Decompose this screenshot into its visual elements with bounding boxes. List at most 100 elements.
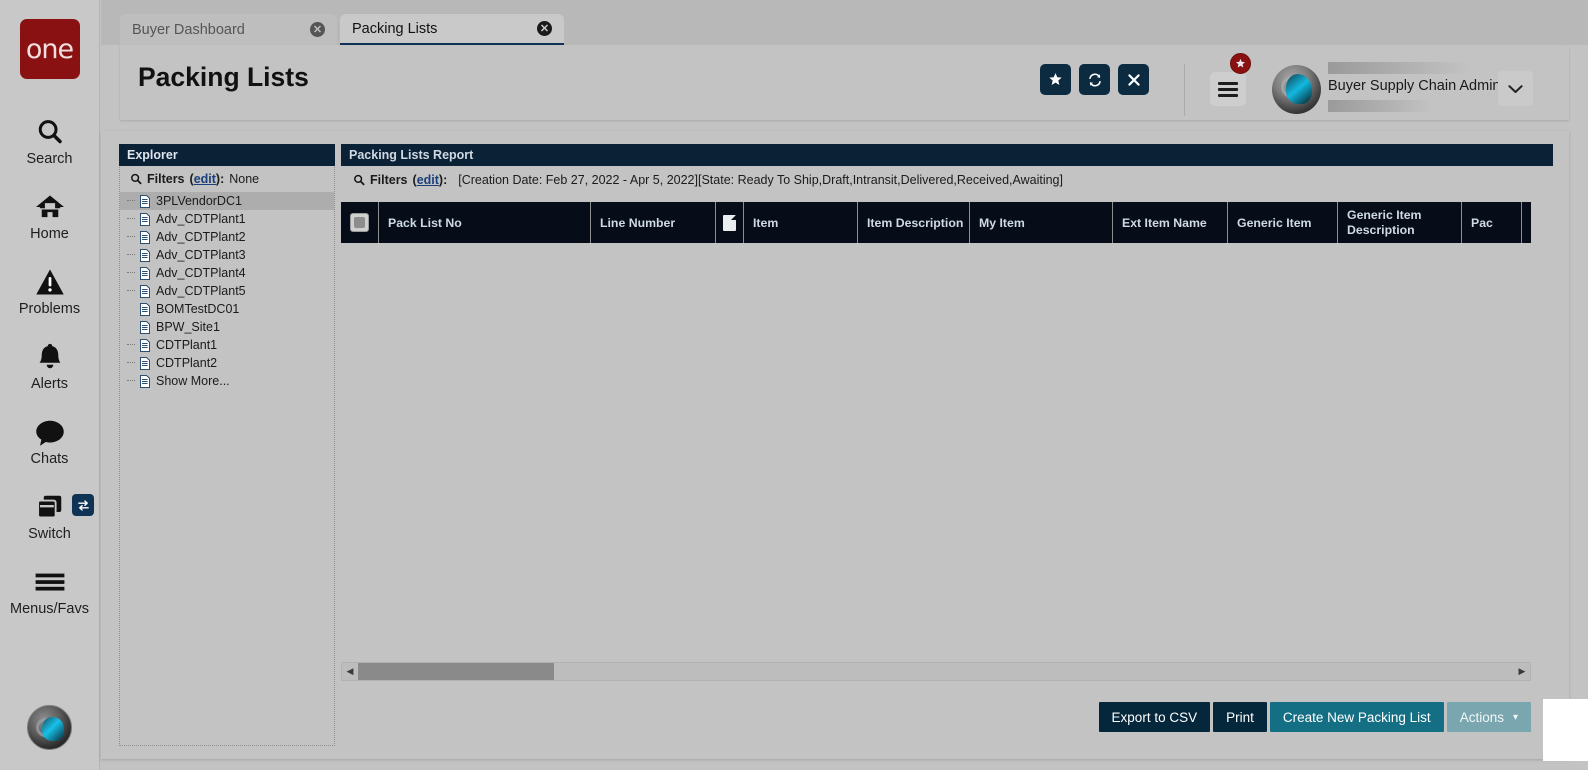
- search-icon: [35, 115, 65, 149]
- favorite-button[interactable]: [1040, 64, 1071, 95]
- column-header-attachment[interactable]: [716, 202, 744, 243]
- explorer-filters-value: None: [229, 172, 260, 186]
- rail-item-list: Search Home Problems Alerts Chats Switch…: [0, 103, 99, 628]
- document-icon: [140, 284, 150, 298]
- print-button[interactable]: Print: [1213, 702, 1267, 732]
- horizontal-scrollbar[interactable]: ◀ ▶: [341, 662, 1531, 681]
- button-label: Actions: [1459, 709, 1504, 725]
- document-icon: [140, 338, 150, 352]
- export-to-csv-button[interactable]: Export to CSV: [1098, 702, 1211, 732]
- column-header-pack-list-no[interactable]: Pack List No: [379, 202, 591, 243]
- redacted-user-name: [1328, 62, 1468, 74]
- scrollbar-track[interactable]: [358, 663, 1514, 680]
- column-label: Ext Item Name: [1122, 215, 1207, 230]
- button-label: Print: [1226, 709, 1254, 725]
- column-label: Item: [753, 215, 779, 230]
- tab-buyer-dashboard[interactable]: Buyer Dashboard ✕: [120, 14, 337, 45]
- one-logo[interactable]: one: [19, 19, 80, 79]
- report-filters-label: Filters: [370, 173, 408, 187]
- star-icon: [1235, 58, 1246, 68]
- sidebar-item-search[interactable]: Search: [0, 103, 99, 178]
- close-circle-icon[interactable]: ✕: [310, 22, 325, 37]
- swap-arrows-icon[interactable]: [72, 494, 94, 516]
- favorites-badge[interactable]: [1230, 53, 1251, 74]
- page-title: Packing Lists: [138, 62, 309, 92]
- column-label: Generic Item: [1237, 215, 1312, 230]
- report-filters: Filters (edit): [Creation Date: Feb 27, …: [341, 166, 1553, 194]
- column-header-item-description[interactable]: Item Description: [858, 202, 970, 243]
- explorer-item-adv-cdtplant1[interactable]: Adv_CDTPlant1: [120, 210, 334, 228]
- sidebar-item-problems[interactable]: Problems: [0, 253, 99, 328]
- column-header-generic-item-description[interactable]: Generic Item Description: [1338, 202, 1462, 243]
- button-label: Export to CSV: [1111, 709, 1198, 725]
- explorer-item-bomtestdc01[interactable]: BOMTestDC01: [120, 300, 334, 318]
- column-header-generic-item[interactable]: Generic Item: [1228, 202, 1338, 243]
- document-icon: [140, 248, 150, 262]
- sidebar-item-label: Home: [30, 225, 69, 242]
- rail-avatar[interactable]: [27, 705, 72, 750]
- explorer-item-label: Adv_CDTPlant2: [156, 230, 246, 244]
- document-icon: [140, 194, 150, 208]
- column-header-item[interactable]: Item: [744, 202, 858, 243]
- tab-strip: Buyer Dashboard ✕ Packing Lists ✕: [101, 0, 1588, 45]
- explorer-item-bpw-site1[interactable]: BPW_Site1: [120, 318, 334, 336]
- document-icon: [723, 214, 736, 231]
- redacted-user-org: [1328, 100, 1431, 112]
- sidebar-item-alerts[interactable]: Alerts: [0, 328, 99, 403]
- sidebar-item-switch[interactable]: Switch: [0, 478, 99, 553]
- column-header-pac[interactable]: Pac: [1462, 202, 1522, 243]
- explorer-item-adv-cdtplant5[interactable]: Adv_CDTPlant5: [120, 282, 334, 300]
- explorer-item-adv-cdtplant3[interactable]: Adv_CDTPlant3: [120, 246, 334, 264]
- refresh-icon: [1088, 72, 1101, 87]
- hamburger-icon: [1218, 79, 1238, 100]
- sidebar-item-label: Alerts: [30, 375, 69, 392]
- actions-button[interactable]: Actions ▾: [1446, 702, 1531, 732]
- column-header-line-number[interactable]: Line Number: [591, 202, 716, 243]
- report-filters-edit-link[interactable]: edit: [417, 173, 439, 187]
- explorer-item-cdtplant2[interactable]: CDTPlant2: [120, 354, 334, 372]
- grid-header-row: Pack List No Line Number Item Item Descr…: [341, 202, 1531, 243]
- report-title: Packing Lists Report: [341, 144, 1553, 166]
- scrollbar-thumb[interactable]: [358, 663, 554, 680]
- explorer-item-adv-cdtplant4[interactable]: Adv_CDTPlant4: [120, 264, 334, 282]
- explorer-item-adv-cdtplant2[interactable]: Adv_CDTPlant2: [120, 228, 334, 246]
- refresh-button[interactable]: [1079, 64, 1110, 95]
- user-menu-button[interactable]: [1498, 71, 1533, 106]
- column-header-ext-item-name[interactable]: Ext Item Name: [1113, 202, 1228, 243]
- explorer-filters-edit-link[interactable]: edit: [194, 172, 216, 186]
- caret-left-icon[interactable]: ◀: [342, 663, 358, 680]
- select-all-checkbox[interactable]: [341, 202, 379, 243]
- hamburger-icon: [34, 565, 66, 599]
- sidebar-item-home[interactable]: Home: [0, 178, 99, 253]
- close-button[interactable]: [1118, 64, 1149, 95]
- column-header-my-item[interactable]: My Item: [970, 202, 1113, 243]
- menus-favs-button[interactable]: [1210, 72, 1246, 106]
- bell-icon: [36, 340, 64, 374]
- left-nav-rail: one Search Home Problems Alerts Chats Sw…: [0, 0, 100, 770]
- document-icon: [140, 356, 150, 370]
- tab-packing-lists[interactable]: Packing Lists ✕: [340, 14, 564, 45]
- magnifier-icon: [130, 173, 142, 185]
- explorer-item-show-more[interactable]: Show More...: [120, 372, 334, 390]
- explorer-item-cdtplant1[interactable]: CDTPlant1: [120, 336, 334, 354]
- close-circle-icon[interactable]: ✕: [537, 21, 552, 36]
- document-icon: [140, 266, 150, 280]
- column-label: Generic Item Description: [1347, 207, 1422, 237]
- explorer-item-label: Adv_CDTPlant1: [156, 212, 246, 226]
- tab-label: Buyer Dashboard: [132, 21, 245, 38]
- explorer-item-3plvendordc1[interactable]: 3PLVendorDC1: [120, 192, 334, 210]
- report-grid: Pack List No Line Number Item Item Descr…: [341, 202, 1531, 645]
- avatar[interactable]: [1272, 65, 1321, 114]
- create-new-packing-list-button[interactable]: Create New Packing List: [1269, 702, 1444, 732]
- sidebar-item-menus-favs[interactable]: Menus/Favs: [0, 553, 99, 628]
- sidebar-item-chats[interactable]: Chats: [0, 403, 99, 478]
- explorer-item-label: BPW_Site1: [156, 320, 220, 334]
- explorer-item-label: Adv_CDTPlant4: [156, 266, 246, 280]
- column-label: My Item: [979, 215, 1025, 230]
- avatar-head: [42, 717, 64, 741]
- explorer-filters-label: Filters: [147, 172, 185, 186]
- caret-right-icon[interactable]: ▶: [1514, 663, 1530, 680]
- app-root: one Search Home Problems Alerts Chats Sw…: [0, 0, 1588, 770]
- explorer-filters: Filters (edit): None: [120, 166, 334, 192]
- explorer-item-label: Adv_CDTPlant3: [156, 248, 246, 262]
